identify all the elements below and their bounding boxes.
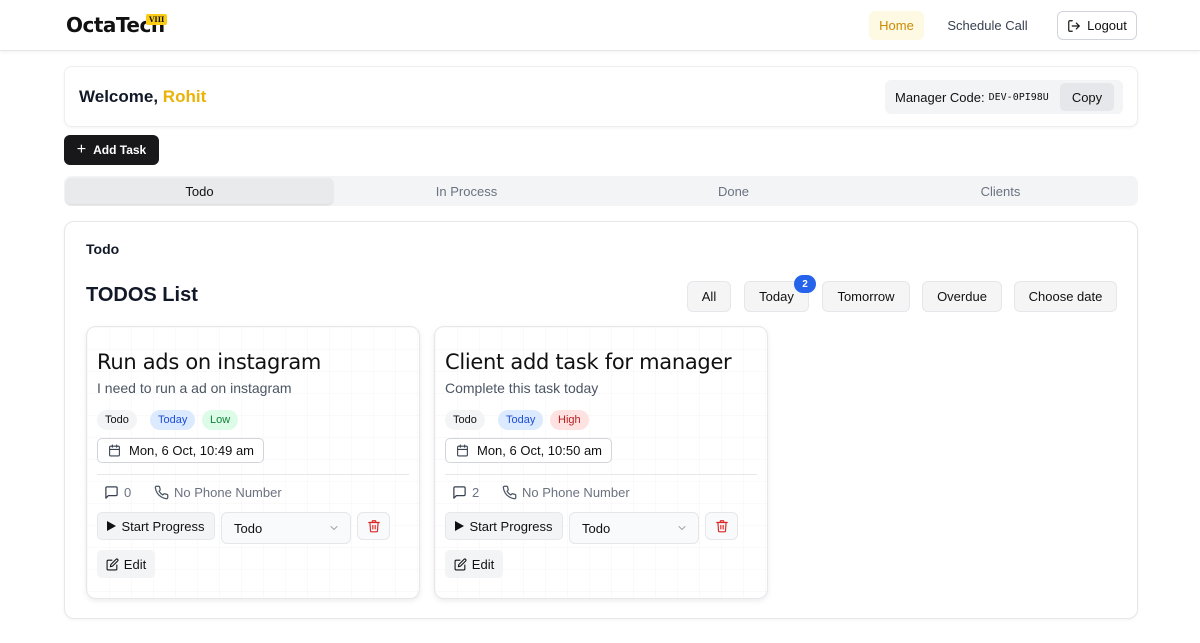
today-count-badge: 2: [794, 275, 816, 293]
add-task-button[interactable]: + Add Task: [64, 135, 159, 165]
phone-icon: [502, 485, 517, 500]
priority-badge: High: [550, 410, 589, 430]
status-select-value: Todo: [234, 520, 263, 536]
welcome-card: Welcome, Rohit Manager Code: DEV-0PI98U …: [64, 66, 1138, 127]
play-icon: [455, 521, 465, 531]
task-card: Run ads on instagram I need to run a ad …: [86, 326, 420, 599]
phone-text: No Phone Number: [174, 485, 282, 500]
edit-task-button[interactable]: Edit: [445, 550, 503, 578]
comments-count-text: 2: [472, 485, 480, 500]
chevron-down-icon: [328, 522, 340, 534]
phone-text: No Phone Number: [522, 485, 630, 500]
filter-tomorrow[interactable]: Tomorrow: [822, 281, 910, 312]
add-task-label: Add Task: [93, 143, 147, 157]
manager-code-box: Manager Code: DEV-0PI98U Copy: [885, 80, 1123, 114]
status-select[interactable]: Todo: [569, 512, 699, 544]
todo-panel: Todo TODOS List All Today 2 Tomorrow Ove…: [64, 221, 1138, 619]
copy-code-button[interactable]: Copy: [1060, 83, 1114, 111]
logout-label: Logout: [1087, 18, 1127, 33]
filter-overdue[interactable]: Overdue: [922, 281, 1002, 312]
trash-icon: [367, 519, 381, 533]
status-badge: Todo: [97, 410, 137, 430]
comments-count-text: 0: [124, 485, 132, 500]
start-progress-label: Start Progress: [469, 518, 553, 534]
edit-label: Edit: [471, 556, 495, 572]
welcome-heading: Welcome, Rohit: [79, 87, 206, 107]
card-divider: [445, 474, 757, 475]
task-title: Client add task for manager: [445, 350, 732, 374]
phone-info: No Phone Number: [502, 485, 630, 500]
comments-count[interactable]: 0: [104, 485, 131, 500]
edit-task-button[interactable]: Edit: [97, 550, 155, 578]
start-progress-button[interactable]: Start Progress: [445, 512, 563, 540]
status-tabs: Todo In Process Done Clients: [64, 176, 1138, 206]
edit-icon: [454, 557, 467, 571]
tab-in-process[interactable]: In Process: [333, 178, 600, 204]
comment-icon: [452, 485, 467, 500]
calendar-icon: [456, 444, 469, 457]
start-progress-button[interactable]: Start Progress: [97, 512, 215, 540]
filter-choose-date[interactable]: Choose date: [1014, 281, 1117, 312]
status-select[interactable]: Todo: [221, 512, 351, 544]
brand-badge: VIII: [146, 14, 168, 25]
play-icon: [107, 521, 117, 531]
task-card: Client add task for manager Complete thi…: [434, 326, 768, 599]
phone-icon: [154, 485, 169, 500]
due-date-text: Mon, 6 Oct, 10:50 am: [477, 443, 603, 458]
nav-home-link[interactable]: Home: [869, 11, 924, 40]
manager-code-value: DEV-0PI98U: [988, 91, 1049, 103]
welcome-greeting: Welcome,: [79, 87, 159, 106]
trash-icon: [715, 519, 729, 533]
status-badge: Todo: [445, 410, 485, 430]
task-title: Run ads on instagram: [97, 350, 322, 374]
logout-button[interactable]: Logout: [1057, 11, 1137, 40]
phone-info: No Phone Number: [154, 485, 282, 500]
filter-all[interactable]: All: [687, 281, 731, 312]
list-title: TODOS List: [86, 284, 198, 306]
card-divider: [97, 474, 409, 475]
priority-badge: Low: [202, 410, 239, 430]
edit-icon: [106, 557, 119, 571]
top-navbar: OctaTech VIII Home Schedule Call Logout: [0, 0, 1200, 51]
start-progress-label: Start Progress: [121, 518, 205, 534]
due-date-text: Mon, 6 Oct, 10:49 am: [129, 443, 255, 458]
day-badge: Today: [498, 410, 544, 430]
chevron-down-icon: [676, 522, 688, 534]
tab-todo[interactable]: Todo: [66, 178, 333, 204]
comments-count[interactable]: 2: [452, 485, 479, 500]
status-select-value: Todo: [582, 520, 611, 536]
tab-clients[interactable]: Clients: [867, 178, 1134, 204]
nav-schedule-call-link[interactable]: Schedule Call: [940, 11, 1035, 40]
manager-code-label: Manager Code:: [895, 89, 985, 105]
comment-icon: [104, 485, 119, 500]
edit-label: Edit: [123, 556, 147, 572]
due-date-chip: Mon, 6 Oct, 10:49 am: [97, 438, 264, 463]
task-description: I need to run a ad on instagram: [97, 380, 292, 396]
logout-icon: [1067, 19, 1081, 33]
calendar-icon: [108, 444, 121, 457]
day-badge: Today: [150, 410, 196, 430]
plus-icon: +: [76, 141, 87, 158]
task-description: Complete this task today: [445, 380, 599, 396]
panel-title: Todo: [86, 241, 120, 257]
due-date-chip: Mon, 6 Oct, 10:50 am: [445, 438, 612, 463]
delete-task-button[interactable]: [357, 512, 390, 540]
delete-task-button[interactable]: [705, 512, 738, 540]
welcome-user-name: Rohit: [162, 87, 207, 106]
tab-done[interactable]: Done: [600, 178, 867, 204]
